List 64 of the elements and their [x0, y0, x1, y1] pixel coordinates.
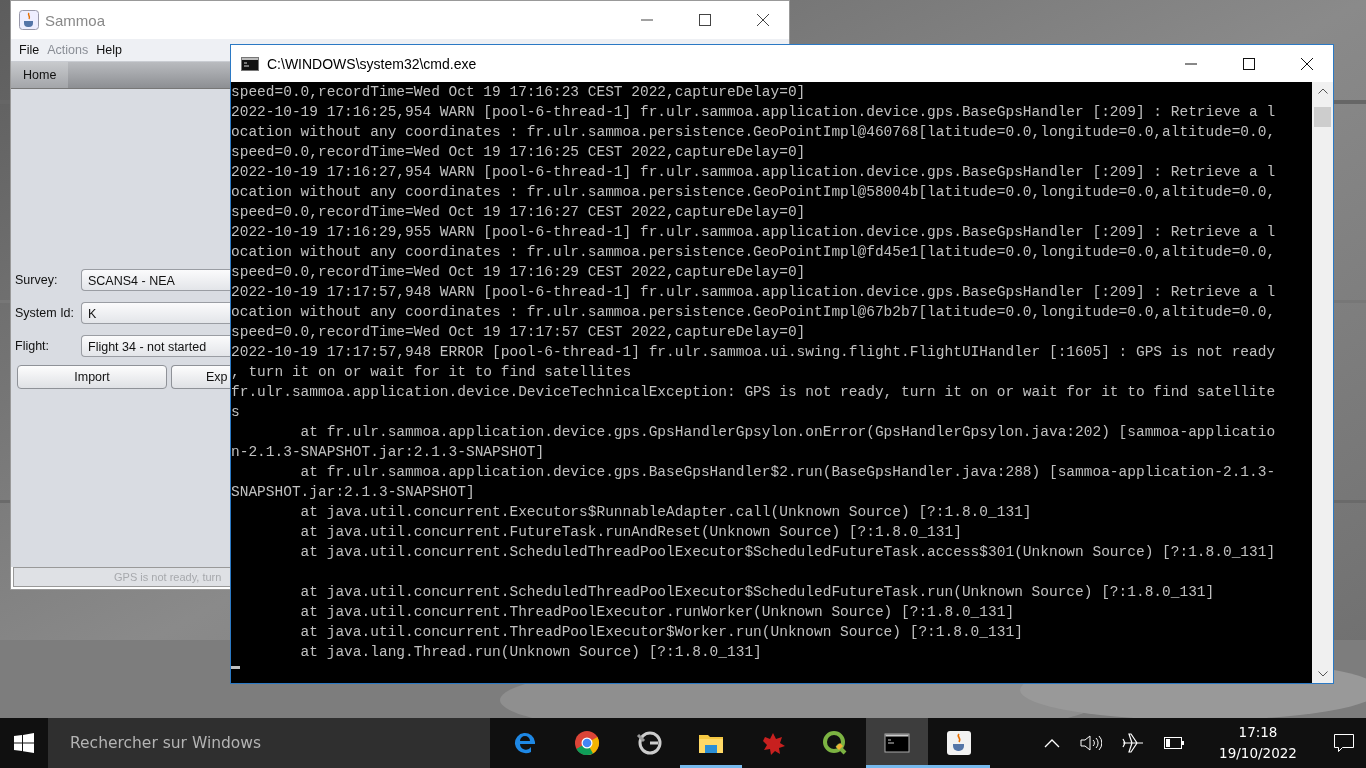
- menu-item[interactable]: File: [19, 43, 40, 57]
- console-line: 2022-10-19 17:16:25,954 WARN [pool-6-thread-1] fr.ulr.sammoa.application.device.gps.BaseGpsHandler [:209] : Retrieve a l: [231, 103, 1277, 122]
- battery-icon[interactable]: [1164, 737, 1184, 749]
- scrollbar[interactable]: [1312, 82, 1333, 683]
- dropdown[interactable]: Flight 34 - not started: [81, 335, 231, 357]
- clock-date[interactable]: 19/10/2022: [1219, 743, 1297, 764]
- ring-logo-icon: [821, 729, 849, 757]
- console-line: at java.util.concurrent.Executors$RunnableAdapter.call(Unknown Source) [?:1.8.0_131]: [299, 503, 1033, 522]
- maximize-icon[interactable]: [1243, 57, 1255, 70]
- console-line: at fr.ulr.sammoa.application.device.gps.BaseGpsHandler$2.run(BaseGpsHandler.java:288) [sammoa-application-2.1.3-: [299, 463, 1277, 482]
- notification-icon[interactable]: [1334, 734, 1354, 752]
- chevron-up-icon[interactable]: [1044, 738, 1060, 748]
- console-line: ocation without any coordinates : fr.ulr.sammoa.persistence.GeoPointImpl@460768[latitude=0.0,longitude=0.0,altitude=0.0,: [231, 123, 1277, 142]
- console-line: at java.util.concurrent.ThreadPoolExecutor$Worker.run(Unknown Source) [?:1.8.0_131]: [299, 623, 1024, 642]
- action-button[interactable]: Exp: [171, 365, 230, 389]
- action-button[interactable]: Import: [17, 365, 167, 389]
- console-line: at java.lang.Thread.run(Unknown Source) [?:1.8.0_131]: [299, 643, 763, 662]
- console-line: at java.util.concurrent.ScheduledThreadPoolExecutor$ScheduledFutureTask.access$301(Unknown Source) [?:1.8.0_131]: [299, 543, 1277, 562]
- console-line: speed=0.0,recordTime=Wed Oct 19 17:16:29 CEST 2022,captureDelay=0]: [231, 263, 807, 282]
- console-line: ocation without any coordinates : fr.ulr.sammoa.persistence.GeoPointImpl@fd45e1[latitude=0.0,longitude=0.0,altitude=0.0,: [231, 243, 1277, 262]
- console-line: fr.ulr.sammoa.application.device.DeviceTechnicalException: GPS is not ready, turn it on or wait for it to find satellite: [231, 383, 1277, 402]
- console-line: s: [231, 403, 241, 422]
- console-line: 2022-10-19 17:17:57,948 ERROR [pool-6-thread-1] fr.ulr.sammoa.ui.swing.flight.FlightUIHandler [:1605] : GPS is not ready: [231, 343, 1277, 362]
- console-line: at java.util.concurrent.ThreadPoolExecutor.runWorker(Unknown Source) [?:1.8.0_131]: [299, 603, 1016, 622]
- console-line: speed=0.0,recordTime=Wed Oct 19 17:16:27 CEST 2022,captureDelay=0]: [231, 203, 807, 222]
- console-line: speed=0.0,recordTime=Wed Oct 19 17:16:23 CEST 2022,captureDelay=0]: [231, 83, 807, 102]
- field-label: Survey:: [15, 273, 59, 287]
- field-label: System Id:: [15, 306, 76, 320]
- coffee-cup-icon: [945, 729, 973, 757]
- taskbar-button[interactable]: [866, 718, 928, 768]
- dropdown[interactable]: SCANS4 - NEA: [81, 269, 231, 291]
- windows-logo-icon: [14, 733, 34, 753]
- console-line: speed=0.0,recordTime=Wed Oct 19 17:16:25 CEST 2022,captureDelay=0]: [231, 143, 807, 162]
- console-line: SNAPSHOT.jar:2.1.3-SNAPSHOT]: [231, 483, 476, 502]
- console-line: ocation without any coordinates : fr.ulr.sammoa.persistence.GeoPointImpl@58004b[latitude=0.0,longitude=0.0,altitude=0.0,: [231, 183, 1277, 202]
- menu-item[interactable]: Help: [96, 43, 122, 57]
- console-line: speed=0.0,recordTime=Wed Oct 19 17:17:57 CEST 2022,captureDelay=0]: [231, 323, 807, 342]
- terminal-icon: [241, 56, 259, 71]
- scroll-up-icon[interactable]: [1317, 88, 1328, 94]
- console-line: at java.util.concurrent.FutureTask.runAndReset(Unknown Source) [?:1.8.0_131]: [299, 523, 963, 542]
- maximize-icon[interactable]: [699, 14, 711, 26]
- close-icon[interactable]: [1301, 57, 1313, 70]
- field-label: Flight:: [15, 339, 51, 353]
- console-line: 2022-10-19 17:16:29,955 WARN [pool-6-thread-1] fr.ulr.sammoa.application.device.gps.BaseGpsHandler [:209] : Retrieve a l: [231, 223, 1277, 242]
- airplane-icon[interactable]: [1122, 733, 1144, 753]
- console-line: 2022-10-19 17:17:57,948 WARN [pool-6-thread-1] fr.ulr.sammoa.application.device.gps.BaseGpsHandler [:209] : Retrieve a l: [231, 283, 1277, 302]
- close-icon[interactable]: [757, 14, 769, 26]
- search-field[interactable]: Rechercher sur Windows: [48, 718, 490, 768]
- console-line: , turn it on or wait for it to find satellites: [231, 363, 633, 382]
- coffee-cup-icon: [19, 10, 39, 30]
- speaker-icon[interactable]: [1080, 734, 1102, 752]
- window-title: Sammoa: [45, 11, 106, 29]
- console-line: 2022-10-19 17:16:27,954 WARN [pool-6-thread-1] fr.ulr.sammoa.application.device.gps.BaseGpsHandler [:209] : Retrieve a l: [231, 163, 1277, 182]
- text-cursor: [231, 666, 240, 669]
- scroll-thumb[interactable]: [1314, 107, 1331, 127]
- window-title: C:\WINDOWS\system32\cmd.exe: [267, 55, 477, 72]
- dropdown[interactable]: K: [81, 302, 231, 324]
- circle-logo-icon: [573, 729, 601, 757]
- clock-time[interactable]: 17:18: [1238, 722, 1278, 743]
- scroll-down-icon[interactable]: [1317, 671, 1328, 677]
- tab[interactable]: Home: [11, 62, 69, 88]
- console-line: n-2.1.3-SNAPSHOT.jar:2.1.3-SNAPSHOT]: [231, 443, 546, 462]
- console-line: ocation without any coordinates : fr.ulr.sammoa.persistence.GeoPointImpl@67b2b7[latitude=0.0,longitude=0.0,altitude=0.0,: [231, 303, 1277, 322]
- console-line: at fr.ulr.sammoa.application.device.gps.GpsHandlerGpsylon.onError(GpsHandlerGpsylon.java:202) [sammoa-applicatio: [299, 423, 1277, 442]
